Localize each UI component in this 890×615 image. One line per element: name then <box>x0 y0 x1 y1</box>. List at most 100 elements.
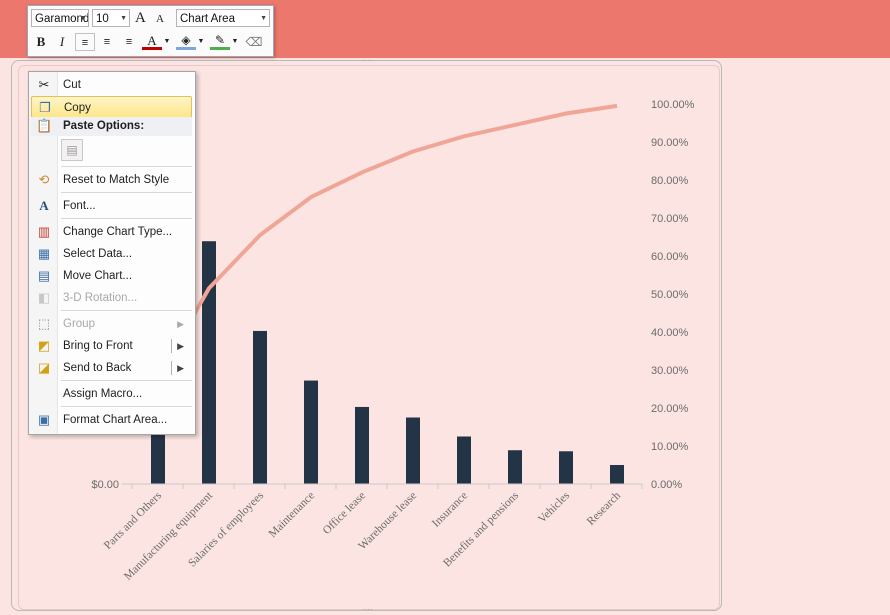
y2-tick-label: 90.00% <box>651 137 689 149</box>
pencil-icon: ✎ <box>214 33 226 47</box>
bar[interactable] <box>202 241 216 484</box>
submenu-arrow-icon: ▶ <box>177 363 184 373</box>
menu-item-paste-options: 📋 Paste Options: <box>31 117 192 136</box>
y2-tick-label: 80.00% <box>651 175 689 187</box>
copy-icon: ❐ <box>39 100 51 115</box>
font-color-button[interactable]: A <box>142 33 162 50</box>
menu-item-reset-style[interactable]: ⟲ Reset to Match Style <box>31 169 192 191</box>
format-chart-area-icon: ▣ <box>37 412 51 427</box>
format-painter-button[interactable]: ⌫ <box>244 33 264 51</box>
grow-font-button[interactable]: A <box>135 10 146 27</box>
x-tick-label: Office lease <box>321 490 368 537</box>
align-center-button[interactable]: ≡ <box>97 33 117 51</box>
y2-tick-label: 100.00% <box>651 99 695 111</box>
cumulative-percent-line <box>156 103 618 379</box>
bar[interactable] <box>355 406 369 484</box>
menu-item-label: Select Data... <box>63 248 133 260</box>
rotation-3d-icon: ◧ <box>37 290 51 305</box>
menu-separator <box>61 310 192 311</box>
menu-item-copy[interactable]: ❐ Copy <box>31 96 192 118</box>
shrink-font-button[interactable]: A <box>156 13 164 25</box>
bold-button[interactable]: B <box>31 33 51 51</box>
bar[interactable] <box>508 450 522 484</box>
chevron-down-icon: ▼ <box>163 38 171 45</box>
menu-item-change-chart-type[interactable]: ▥ Change Chart Type... <box>31 221 192 243</box>
chevron-down-icon: ▼ <box>260 15 267 22</box>
group-icon: ⬚ <box>37 316 51 331</box>
menu-item-3d-rotation[interactable]: ◧ 3-D Rotation... <box>31 287 192 309</box>
paste-keep-formatting-icon: ▤ <box>66 143 78 157</box>
bar[interactable] <box>559 451 573 484</box>
menu-item-label: Format Chart Area... <box>63 414 168 426</box>
x-tick-label: Vehicles <box>536 489 572 525</box>
menu-item-label: Reset to Match Style <box>63 174 170 186</box>
paint-bucket-icon: ◈ <box>181 33 191 47</box>
scissors-icon: ✂ <box>38 77 50 92</box>
menu-item-label: Cut <box>63 79 81 91</box>
bar[interactable] <box>610 465 624 484</box>
paste-icon: 📋 <box>36 118 53 133</box>
italic-button[interactable]: I <box>52 33 72 51</box>
y2-tick-label: 0.00% <box>651 479 682 491</box>
bar[interactable] <box>457 436 471 485</box>
split-divider <box>171 339 172 353</box>
font-icon: A <box>39 198 49 213</box>
x-tick-label: Insurance <box>430 490 470 530</box>
paste-option-button[interactable]: ▤ <box>61 139 83 161</box>
bar[interactable] <box>304 380 318 484</box>
menu-item-font[interactable]: A Font... <box>31 195 192 217</box>
align-left-icon: ≡ <box>81 37 89 49</box>
mini-toolbar: Garamond ▼ 10 ▼ A A Chart Area ▼ B I ≡ ≡ ≡ … <box>27 5 274 57</box>
submenu-arrow-icon: ▶ <box>177 319 184 329</box>
menu-separator <box>61 218 192 219</box>
shape-outline-button[interactable]: ✎ <box>210 33 230 50</box>
font-color-icon: A <box>147 33 157 48</box>
y2-tick-label: 10.00% <box>651 441 689 453</box>
menu-item-label: Change Chart Type... <box>63 226 173 238</box>
x-tick-label: Research <box>585 489 623 527</box>
align-right-button[interactable]: ≡ <box>119 33 139 51</box>
menu-item-label: Send to Back <box>63 362 132 374</box>
align-right-icon: ≡ <box>125 36 133 48</box>
shape-fill-button[interactable]: ◈ <box>176 33 196 50</box>
chevron-down-icon: ▼ <box>231 38 239 45</box>
bar[interactable] <box>406 417 420 485</box>
menu-item-label: Group <box>63 318 95 330</box>
menu-item-label: Move Chart... <box>63 270 133 282</box>
menu-item-bring-to-front[interactable]: ◩ Bring to Front ▶ <box>31 335 192 357</box>
split-divider <box>171 361 172 375</box>
menu-item-select-data[interactable]: ▦ Select Data... <box>31 243 192 265</box>
menu-item-format-chart-area[interactable]: ▣ Format Chart Area... <box>31 409 192 431</box>
bring-front-icon: ◩ <box>37 338 51 353</box>
x-tick-label: Maintenance <box>267 490 317 540</box>
menu-item-label: Paste Options: <box>63 120 145 132</box>
menu-item-label: Font... <box>63 200 96 212</box>
menu-separator <box>61 166 192 167</box>
shape-outline-dropdown[interactable]: ▼ <box>230 33 240 51</box>
y2-tick-label: 30.00% <box>651 365 689 377</box>
font-color-dropdown[interactable]: ▼ <box>162 33 172 51</box>
font-size-combo[interactable]: 10 ▼ <box>92 9 130 27</box>
menu-item-send-to-back[interactable]: ◪ Send to Back ▶ <box>31 357 192 379</box>
shape-fill-dropdown[interactable]: ▼ <box>196 33 206 51</box>
menu-separator <box>61 406 192 407</box>
menu-item-cut[interactable]: ✂ Cut <box>31 74 192 96</box>
chevron-down-icon: ▼ <box>197 38 205 45</box>
chevron-down-icon: ▼ <box>120 15 127 22</box>
chart-element-combo[interactable]: Chart Area ▼ <box>176 9 270 27</box>
menu-item-move-chart[interactable]: ▤ Move Chart... <box>31 265 192 287</box>
align-left-button[interactable]: ≡ <box>75 33 95 51</box>
reset-style-icon: ⟲ <box>38 172 50 187</box>
menu-item-label: Assign Macro... <box>63 388 143 400</box>
bar[interactable] <box>253 330 267 484</box>
font-name-combo[interactable]: Garamond ▼ <box>31 9 89 27</box>
chart-type-icon: ▥ <box>37 224 51 239</box>
y2-tick-label: 40.00% <box>651 327 689 339</box>
menu-separator <box>61 380 192 381</box>
y-tick-label: $0.00 <box>91 479 119 491</box>
context-menu: ✂ Cut ❐ Copy 📋 Paste Options: ▤ ⟲ Reset to M… <box>28 71 196 435</box>
y2-tick-label: 20.00% <box>651 403 689 415</box>
y2-tick-label: 70.00% <box>651 213 689 225</box>
menu-item-group[interactable]: ⬚ Group ▶ <box>31 313 192 335</box>
menu-item-assign-macro[interactable]: Assign Macro... <box>31 383 192 405</box>
